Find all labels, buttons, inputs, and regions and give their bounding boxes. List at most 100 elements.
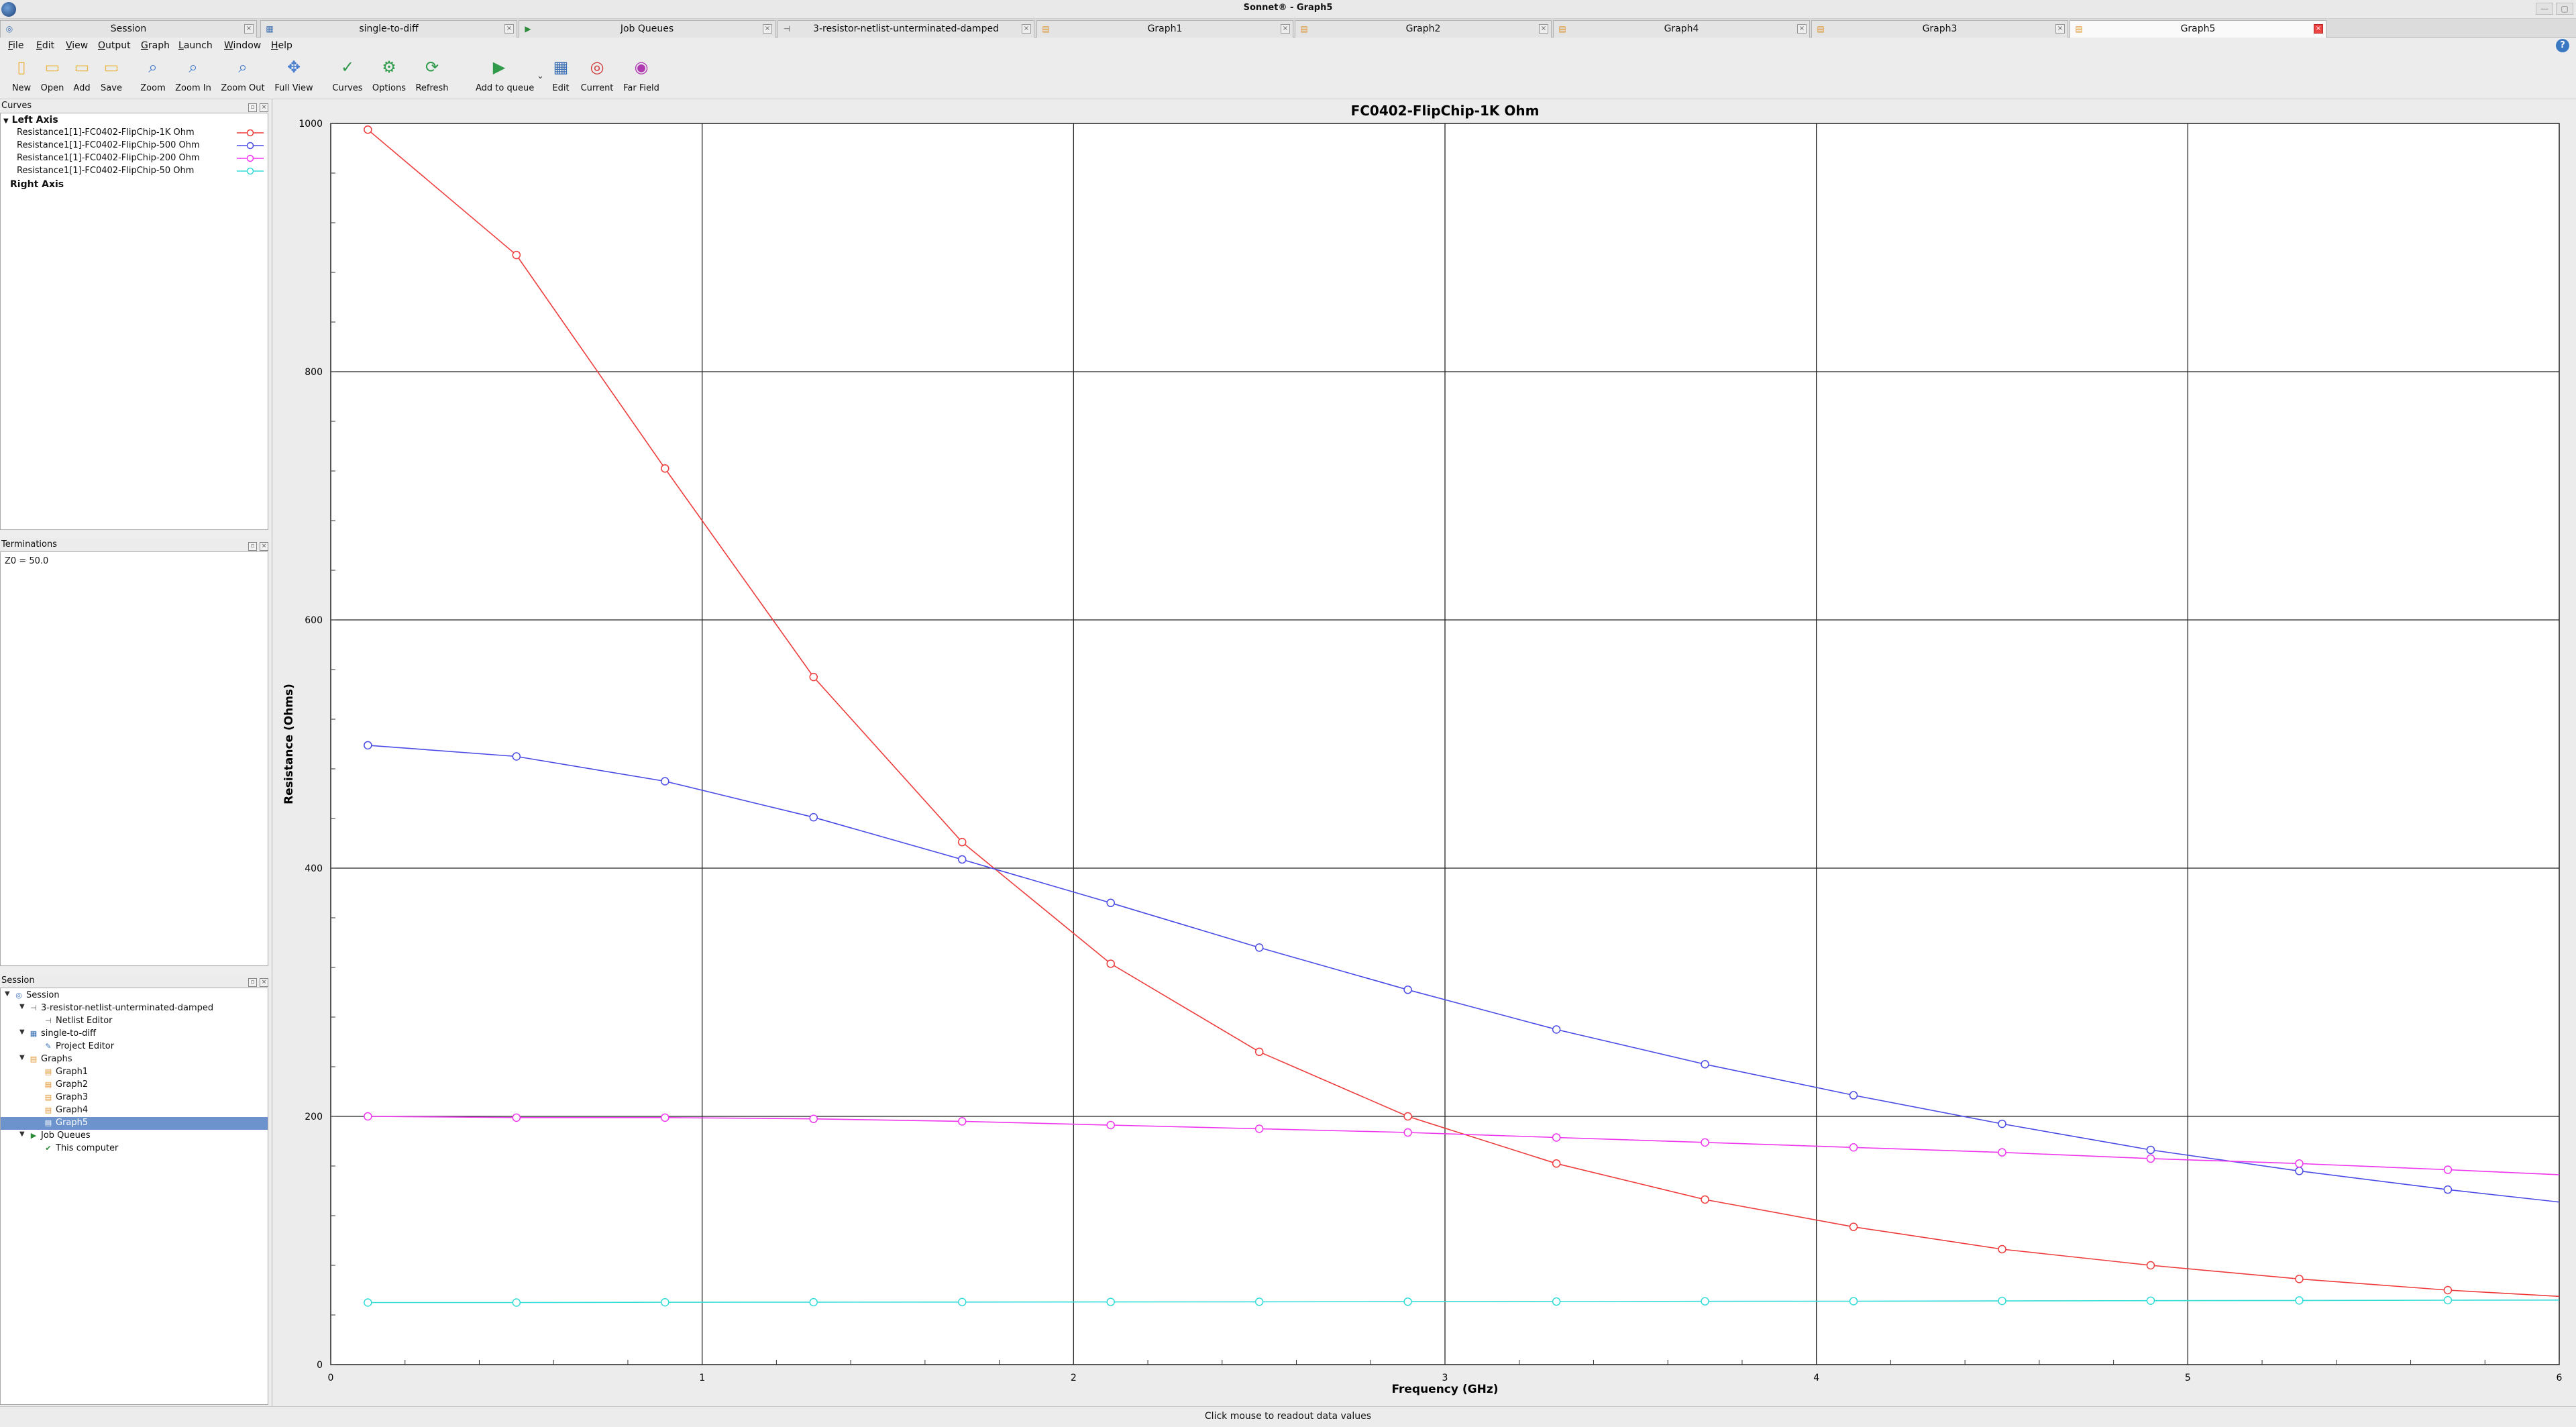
- menu-file[interactable]: File: [8, 40, 23, 51]
- tab-session[interactable]: ◎ Session ×: [0, 20, 257, 38]
- tree-item-this-computer[interactable]: ✔ This computer: [1, 1143, 268, 1155]
- close-icon[interactable]: ×: [1022, 24, 1031, 34]
- data-point[interactable]: [661, 777, 669, 786]
- tab-single-to-diff[interactable]: ▦ single-to-diff ×: [260, 20, 517, 38]
- data-point[interactable]: [1701, 1195, 1709, 1204]
- add-to-queue-button[interactable]: ▶ Add to queue: [476, 58, 534, 97]
- data-point[interactable]: [512, 1298, 521, 1307]
- data-point[interactable]: [364, 741, 372, 750]
- tab-graph1[interactable]: ▤ Graph1 ×: [1036, 20, 1293, 38]
- data-point[interactable]: [1403, 1112, 1412, 1121]
- panel-close-icon[interactable]: ×: [260, 542, 268, 551]
- current-button[interactable]: ◎ Current: [580, 58, 614, 97]
- tab-graph5[interactable]: ▤ Graph5 ×: [2070, 20, 2326, 38]
- chevron-down-icon[interactable]: ▼: [5, 990, 13, 998]
- data-point[interactable]: [1552, 1025, 1561, 1034]
- close-icon[interactable]: ×: [1539, 24, 1548, 34]
- data-point[interactable]: [1106, 1298, 1115, 1306]
- data-point[interactable]: [957, 1298, 967, 1307]
- data-point[interactable]: [2295, 1159, 2304, 1168]
- data-point[interactable]: [2295, 1275, 2304, 1283]
- data-point[interactable]: [1552, 1159, 1561, 1168]
- data-point[interactable]: [1254, 1124, 1264, 1133]
- data-point[interactable]: [512, 1113, 521, 1122]
- tab-graph2[interactable]: ▤ Graph2 ×: [1295, 20, 1552, 38]
- data-point[interactable]: [2146, 1261, 2155, 1270]
- panel-restore-icon[interactable]: ▫: [248, 542, 257, 551]
- data-point[interactable]: [2295, 1296, 2304, 1305]
- data-point[interactable]: [2443, 1296, 2453, 1305]
- data-point[interactable]: [2443, 1285, 2453, 1295]
- data-point[interactable]: [364, 1112, 372, 1121]
- data-point[interactable]: [2295, 1167, 2304, 1175]
- data-point[interactable]: [809, 812, 818, 822]
- menu-help[interactable]: Help: [271, 40, 292, 51]
- tree-item-session[interactable]: ▼ ◎ Session: [1, 990, 268, 1002]
- data-point[interactable]: [661, 1113, 669, 1122]
- tree-item-graph3[interactable]: ▤ Graph3: [1, 1092, 268, 1104]
- panel-restore-icon[interactable]: ▫: [248, 103, 257, 112]
- data-point[interactable]: [1254, 943, 1264, 952]
- data-point[interactable]: [1849, 1143, 1858, 1152]
- data-point[interactable]: [1106, 959, 1115, 968]
- tab-graph4[interactable]: ▤ Graph4 ×: [1553, 20, 1810, 38]
- tree-item-graph1[interactable]: ▤ Graph1: [1, 1066, 268, 1079]
- tree-item-graph4[interactable]: ▤ Graph4: [1, 1104, 268, 1117]
- data-point[interactable]: [1849, 1297, 1858, 1306]
- close-icon[interactable]: ×: [763, 24, 772, 34]
- menu-window[interactable]: Window: [224, 40, 261, 51]
- save-button[interactable]: ▭ Save: [95, 58, 128, 97]
- tree-item-graphs[interactable]: ▼ ▤ Graphs: [1, 1053, 268, 1066]
- data-point[interactable]: [661, 464, 669, 473]
- close-icon[interactable]: ×: [1281, 24, 1290, 34]
- data-point[interactable]: [1701, 1297, 1709, 1306]
- tab-3-resistor-netlist-unterminated-damped[interactable]: ⊣ 3-resistor-netlist-unterminated-damped ×: [777, 20, 1034, 38]
- zoom-out-button[interactable]: ⌕ Zoom Out: [221, 58, 264, 97]
- panel-close-icon[interactable]: ×: [260, 978, 268, 987]
- far-field-button[interactable]: ◉ Far Field: [623, 58, 659, 97]
- curve-item[interactable]: Resistance1[1]-FC0402-FlipChip-50 Ohm: [1, 165, 268, 178]
- tree-item-netlist-editor[interactable]: ⊣ Netlist Editor: [1, 1015, 268, 1028]
- edit-button[interactable]: ▦ Edit: [544, 58, 578, 97]
- data-point[interactable]: [809, 672, 818, 682]
- data-point[interactable]: [957, 1117, 967, 1126]
- close-icon[interactable]: ×: [504, 24, 514, 34]
- menu-launch[interactable]: Launch: [178, 40, 213, 51]
- data-point[interactable]: [1998, 1119, 2006, 1128]
- tree-item-single-to-diff[interactable]: ▼ ▦ single-to-diff: [1, 1028, 268, 1041]
- tree-item-project-editor[interactable]: ✎ Project Editor: [1, 1041, 268, 1053]
- data-point[interactable]: [661, 1298, 669, 1307]
- tree-item-job-queues[interactable]: ▼ ▶ Job Queues: [1, 1130, 268, 1143]
- data-point[interactable]: [1106, 898, 1115, 908]
- data-point[interactable]: [957, 855, 967, 864]
- data-point[interactable]: [1403, 1128, 1412, 1137]
- data-point[interactable]: [512, 752, 521, 761]
- graph-area[interactable]: 0 1 2 3 4 5 6 0 200 400 600 800 1000 FC0402-FlipChip…: [272, 99, 2576, 1406]
- data-point[interactable]: [1998, 1296, 2006, 1306]
- data-point[interactable]: [2146, 1145, 2155, 1155]
- data-point[interactable]: [957, 837, 967, 847]
- data-point[interactable]: [1106, 1120, 1115, 1130]
- data-point[interactable]: [1552, 1133, 1561, 1142]
- data-point[interactable]: [512, 250, 521, 260]
- data-point[interactable]: [1403, 986, 1412, 994]
- panel-restore-icon[interactable]: ▫: [248, 978, 257, 987]
- right-axis-node[interactable]: Right Axis: [10, 179, 64, 190]
- data-point[interactable]: [2146, 1296, 2155, 1305]
- tab-job-queues[interactable]: ▶ Job Queues ×: [519, 20, 775, 38]
- chevron-down-icon[interactable]: ▼: [19, 1054, 28, 1061]
- left-axis-node[interactable]: ▼ Left Axis: [3, 115, 58, 125]
- tab-graph3[interactable]: ▤ Graph3 ×: [1811, 20, 2068, 38]
- close-icon[interactable]: ×: [244, 24, 254, 34]
- curves-button[interactable]: ✓ Curves: [331, 58, 364, 97]
- data-point[interactable]: [1998, 1245, 2006, 1254]
- full-view-button[interactable]: ✥ Full View: [274, 58, 313, 97]
- data-point[interactable]: [1849, 1091, 1858, 1100]
- zoom-in-button[interactable]: ⌕ Zoom In: [175, 58, 211, 97]
- resistance-chart[interactable]: 0 1 2 3 4 5 6 0 200 400 600 800 1000 FC0402-FlipChip…: [272, 99, 2576, 1406]
- refresh-button[interactable]: ⟳ Refresh: [415, 58, 449, 97]
- curve-item[interactable]: Resistance1[1]-FC0402-FlipChip-1K Ohm: [1, 127, 268, 140]
- close-icon[interactable]: ×: [2314, 24, 2323, 34]
- data-point[interactable]: [364, 125, 372, 134]
- menu-view[interactable]: View: [66, 40, 88, 51]
